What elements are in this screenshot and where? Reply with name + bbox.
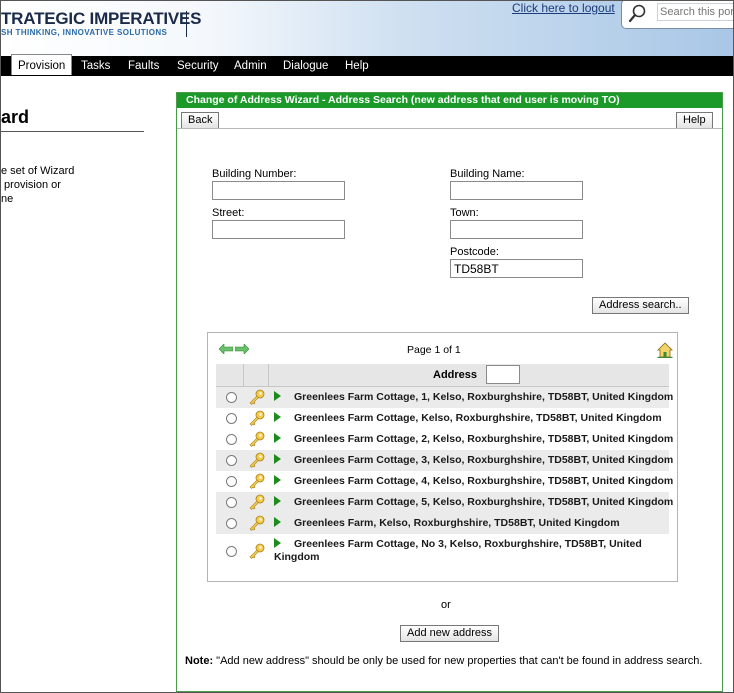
address-text: Greenlees Farm Cottage, 5, Kelso, Roxbur… xyxy=(294,496,674,508)
table-row: Greenlees Farm, Kelso, Roxburghshire, TD… xyxy=(216,513,669,534)
row-select-radio[interactable] xyxy=(226,497,237,508)
table-row: Greenlees Farm Cottage, 4, Kelso, Roxbur… xyxy=(216,471,673,492)
play-icon[interactable] xyxy=(274,391,281,401)
nav-tab-provision[interactable]: Provision xyxy=(11,54,73,75)
brand-name: TRATEGIC IMPERATIVES xyxy=(1,9,202,28)
row-select-radio[interactable] xyxy=(226,476,237,487)
search-icon[interactable] xyxy=(628,3,648,23)
results-pager: Page 1 of 1 xyxy=(217,340,673,360)
note-prefix: Note: xyxy=(185,655,214,667)
change-of-address-wizard: Change of Address Wizard - Address Searc… xyxy=(176,92,723,692)
table-row: Greenlees Farm Cottage, 5, Kelso, Roxbur… xyxy=(216,492,673,513)
key-icon[interactable] xyxy=(249,431,265,447)
address-grid-header: Address xyxy=(216,364,669,387)
building-number-label: Building Number: xyxy=(212,168,297,180)
table-row: Greenlees Farm Cottage, 1, Kelso, Roxbur… xyxy=(216,387,673,408)
row-select-radio[interactable] xyxy=(226,392,237,403)
address-column-header: Address xyxy=(433,369,478,381)
play-icon[interactable] xyxy=(274,433,281,443)
street-label: Street: xyxy=(212,207,245,219)
nav-tab-faults[interactable]: Faults xyxy=(128,56,159,76)
key-icon[interactable] xyxy=(249,494,265,510)
town-label: Town: xyxy=(450,207,479,219)
note-text: "Add new address" should be only be used… xyxy=(213,655,703,667)
table-row: Greenlees Farm Cottage, 3, Kelso, Roxbur… xyxy=(216,450,673,471)
key-icon[interactable] xyxy=(249,515,265,531)
back-button[interactable]: Back xyxy=(181,112,220,129)
brand-tagline: SH THINKING, INNOVATIVE SOLUTIONS xyxy=(1,28,168,37)
key-icon[interactable] xyxy=(249,410,265,426)
brand-divider xyxy=(186,11,187,37)
logout-link[interactable]: Click here to logout xyxy=(512,1,615,15)
address-text: Greenlees Farm Cottage, Kelso, Roxburghs… xyxy=(294,412,662,424)
address-text: Greenlees Farm Cottage, 3, Kelso, Roxbur… xyxy=(294,454,674,466)
street-input[interactable] xyxy=(212,220,345,239)
key-icon[interactable] xyxy=(249,389,265,405)
nav-tab-admin[interactable]: Admin xyxy=(234,56,267,76)
left-panel-title: ard xyxy=(1,107,30,127)
or-separator: or xyxy=(441,599,451,611)
main-nav: Provision Tasks Faults Security Admin Di… xyxy=(1,54,733,76)
address-text: Greenlees Farm Cottage, 4, Kelso, Roxbur… xyxy=(294,475,674,487)
nav-tab-dialogue[interactable]: Dialogue xyxy=(283,56,328,76)
play-icon[interactable] xyxy=(274,412,281,422)
key-icon[interactable] xyxy=(249,473,265,489)
key-icon[interactable] xyxy=(249,452,265,468)
toolbar-divider xyxy=(177,128,722,129)
row-select-radio[interactable] xyxy=(226,434,237,445)
nav-tab-help[interactable]: Help xyxy=(345,56,369,76)
building-name-label: Building Name: xyxy=(450,168,525,180)
address-search-button[interactable]: Address search.. xyxy=(592,297,689,314)
nav-tab-tasks[interactable]: Tasks xyxy=(81,56,110,76)
play-icon[interactable] xyxy=(274,517,281,527)
play-icon[interactable] xyxy=(274,475,281,485)
address-filter-input[interactable] xyxy=(486,365,520,384)
table-row: Greenlees Farm Cottage, 2, Kelso, Roxbur… xyxy=(216,429,673,450)
town-input[interactable] xyxy=(450,220,583,239)
header-cell-select xyxy=(216,364,244,386)
row-select-radio[interactable] xyxy=(226,413,237,424)
portal-header: TRATEGIC IMPERATIVES SH THINKING, INNOVA… xyxy=(1,1,733,56)
row-select-radio[interactable] xyxy=(226,518,237,529)
left-panel-text: e set of Wizard provision or ne xyxy=(1,165,75,205)
wizard-title: Change of Address Wizard - Address Searc… xyxy=(177,93,722,108)
table-row: Greenlees Farm Cottage, No 3, Kelso, Rox… xyxy=(216,534,669,568)
page-indicator: Page 1 of 1 xyxy=(407,344,461,356)
address-text: Greenlees Farm Cottage, 1, Kelso, Roxbur… xyxy=(294,391,674,403)
help-button[interactable]: Help xyxy=(676,112,713,129)
nav-tab-security[interactable]: Security xyxy=(177,56,219,76)
play-icon[interactable] xyxy=(274,496,281,506)
portal-search-input[interactable] xyxy=(657,3,733,21)
left-panel-divider xyxy=(1,131,144,132)
browser-frame: TRATEGIC IMPERATIVES SH THINKING, INNOVA… xyxy=(0,0,734,693)
play-icon[interactable] xyxy=(274,454,281,464)
address-text: Greenlees Farm, Kelso, Roxburghshire, TD… xyxy=(294,517,620,529)
key-icon[interactable] xyxy=(249,543,265,559)
building-name-input[interactable] xyxy=(450,181,583,200)
address-results-panel: Page 1 of 1 Address Greenlees Farm Cotta… xyxy=(207,332,678,582)
table-row: Greenlees Farm Cottage, Kelso, Roxburghs… xyxy=(216,408,669,429)
address-text: Greenlees Farm Cottage, 2, Kelso, Roxbur… xyxy=(294,433,674,445)
next-page-icon[interactable] xyxy=(235,344,249,354)
home-icon[interactable] xyxy=(657,342,673,358)
wizard-note: Note: "Add new address" should be only b… xyxy=(185,655,702,667)
postcode-label: Postcode: xyxy=(450,246,499,258)
row-select-radio[interactable] xyxy=(226,455,237,466)
address-text: Greenlees Farm Cottage, No 3, Kelso, Rox… xyxy=(274,538,642,563)
building-number-input[interactable] xyxy=(212,181,345,200)
postcode-input[interactable] xyxy=(450,259,583,278)
add-new-address-button[interactable]: Add new address xyxy=(400,625,499,642)
row-select-radio[interactable] xyxy=(226,546,237,557)
header-cell-icon xyxy=(244,364,269,386)
portal-search xyxy=(621,1,733,29)
previous-page-icon[interactable] xyxy=(219,344,233,354)
